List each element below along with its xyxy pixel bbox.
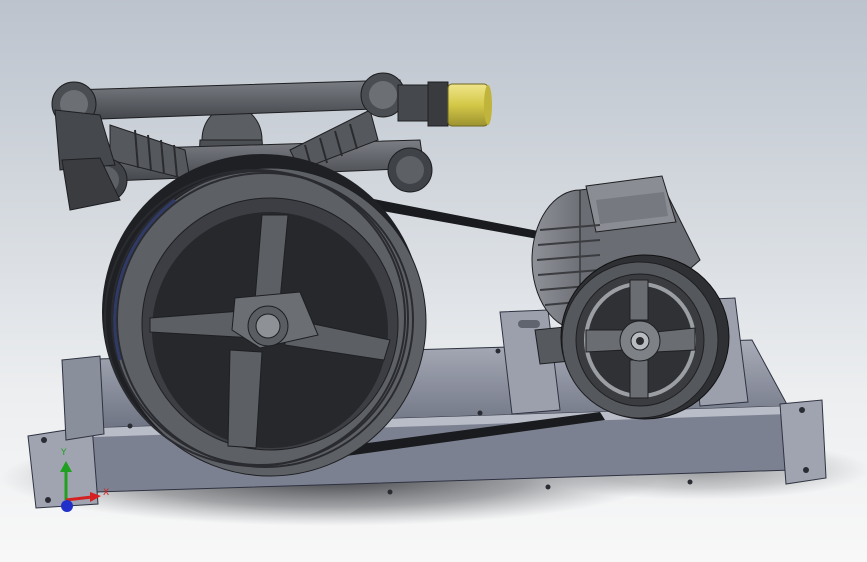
triad-x-label: X — [103, 488, 110, 498]
end-cap[interactable] — [447, 83, 489, 127]
triad-y-label: Y — [61, 448, 67, 458]
triad-z-axis — [61, 500, 73, 512]
compressor-assembly-model[interactable] — [0, 0, 867, 562]
cad-viewport[interactable]: Y X — [0, 0, 867, 562]
motor-pulley[interactable] — [560, 254, 730, 420]
